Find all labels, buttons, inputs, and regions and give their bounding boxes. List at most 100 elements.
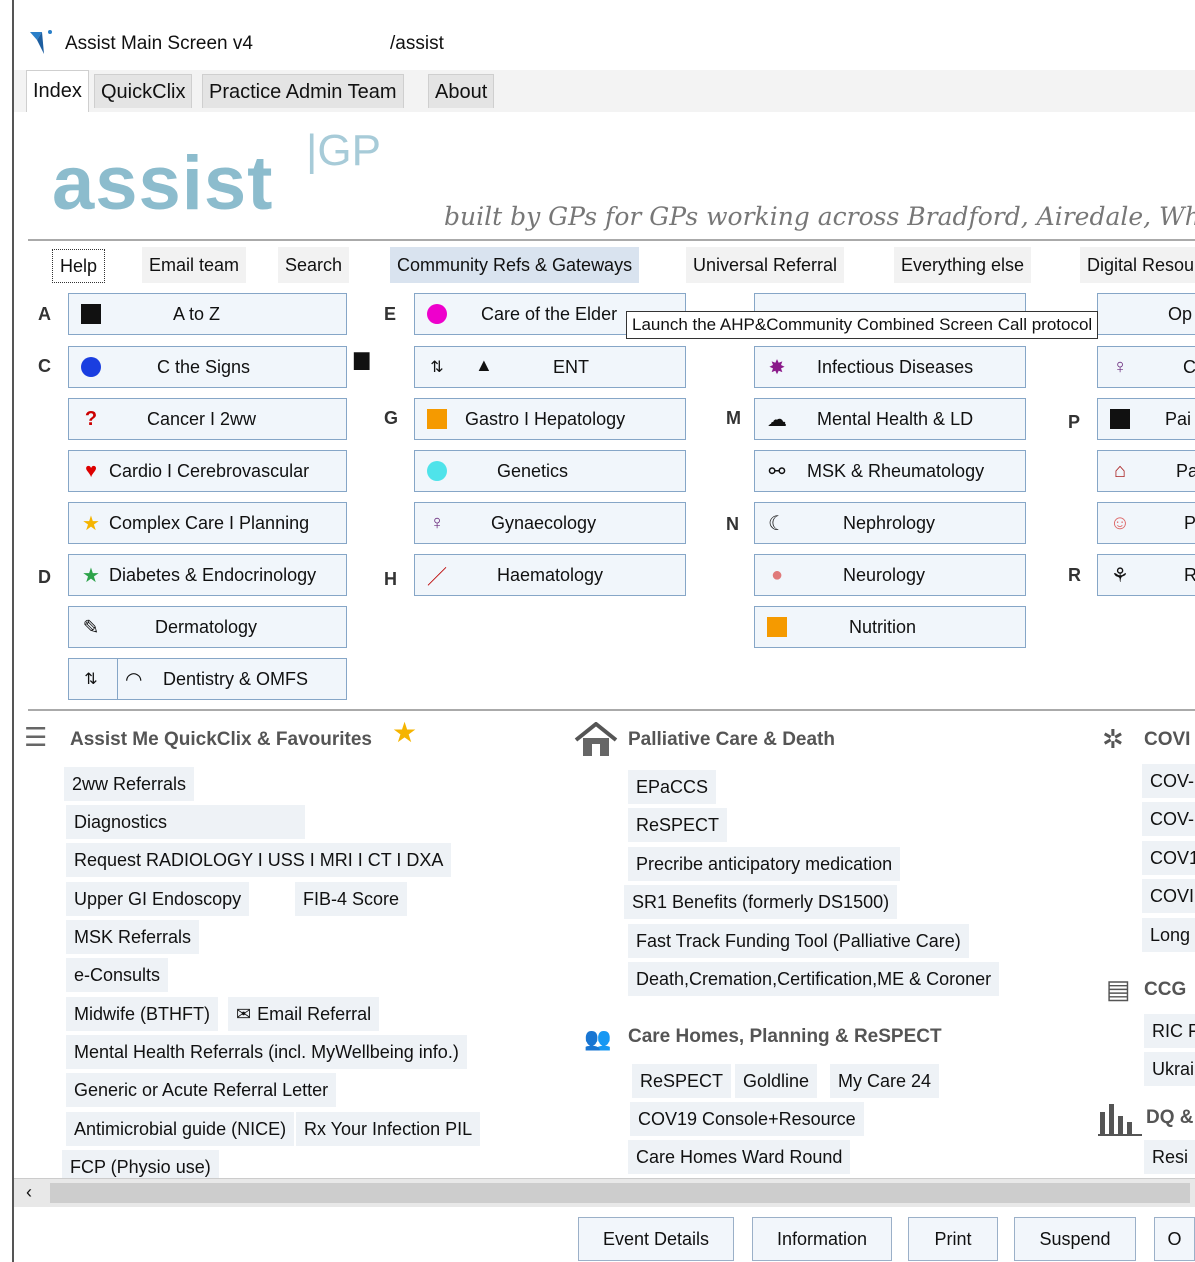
quickclix-email-referral[interactable]: ✉ Email Referral <box>228 997 380 1031</box>
covid-item-4[interactable]: COVI <box>1142 879 1195 913</box>
op-button[interactable]: Op <box>1097 293 1195 335</box>
swap-arrows-icon: ⇅ <box>84 671 98 688</box>
tab-index[interactable]: Index <box>26 70 89 112</box>
hamburger-menu-icon[interactable]: ☰ <box>24 722 47 753</box>
information-button[interactable]: Information <box>752 1217 892 1261</box>
ok-button[interactable]: O <box>1154 1217 1195 1261</box>
msk-button[interactable]: ⚯ MSK & Rheumatology <box>754 450 1026 492</box>
quickclix-upper-gi-endoscopy[interactable]: Upper GI Endoscopy <box>66 882 250 916</box>
everything-else-link[interactable]: Everything else <box>894 247 1032 283</box>
quickclix-diagnostics[interactable]: Diagnostics <box>66 805 305 839</box>
ccg-item-2[interactable]: Ukrai <box>1144 1052 1195 1086</box>
carehomes-goldline[interactable]: Goldline <box>735 1064 818 1098</box>
pa-button[interactable]: ⌂ Pa <box>1097 450 1195 492</box>
search-link[interactable]: Search <box>278 247 350 283</box>
a-to-z-button[interactable]: A to Z <box>68 293 347 335</box>
gold-star-icon: ★ <box>82 512 100 535</box>
kidney-icon: ☾ <box>768 512 786 535</box>
scroll-left-arrow-icon[interactable]: ‹ <box>26 1182 32 1203</box>
r-button[interactable]: ⚘ R <box>1097 554 1195 596</box>
horizontal-scrollbar[interactable]: ‹ <box>14 1178 1195 1208</box>
covid-item-5[interactable]: Long <box>1142 918 1195 952</box>
event-details-button[interactable]: Event Details <box>578 1217 734 1261</box>
quickclix-heading: Assist Me QuickClix & Favourites <box>70 729 372 750</box>
help-link[interactable]: Help <box>52 249 106 283</box>
quickclix-fib4-score[interactable]: FIB-4 Score <box>295 882 408 916</box>
nutrition-button[interactable]: Nutrition <box>754 606 1026 648</box>
ent-button[interactable]: ⇅ ▲ ENT <box>414 346 686 388</box>
carehomes-ward-round[interactable]: Care Homes Ward Round <box>628 1140 851 1174</box>
gynaecology-button[interactable]: ♀ Gynaecology <box>414 502 686 544</box>
section-divider <box>28 709 1195 711</box>
favourite-star-icon[interactable]: ★ <box>392 716 417 749</box>
quickclix-request-radiology[interactable]: Request RADIOLOGY I USS I MRI I CT I DXA <box>66 843 452 877</box>
suspend-button[interactable]: Suspend <box>1014 1217 1136 1261</box>
neurology-button[interactable]: ● Neurology <box>754 554 1026 596</box>
dentistry-button[interactable]: ⇅ ◠ Dentistry & OMFS <box>68 658 347 700</box>
tab-bar: Index QuickClix Practice Admin Team Abou… <box>14 70 1195 112</box>
infectious-diseases-button[interactable]: ✸ Infectious Diseases <box>754 346 1026 388</box>
covid-item-2[interactable]: COV- <box>1142 802 1195 836</box>
dermatology-button[interactable]: ✎ Dermatology <box>68 606 347 648</box>
scrollbar-thumb[interactable] <box>50 1183 1190 1203</box>
app-icon <box>28 28 54 63</box>
notice-board-icon[interactable]: ▆ <box>354 346 369 371</box>
carehomes-cov19-console[interactable]: COV19 Console+Resource <box>630 1102 864 1136</box>
black-square-icon <box>1108 407 1132 431</box>
magenta-circle-icon <box>425 302 449 326</box>
quickclix-fcp-physio[interactable]: FCP (Physio use) <box>62 1150 219 1178</box>
tab-practice-admin-team[interactable]: Practice Admin Team <box>202 74 404 108</box>
c-the-signs-button[interactable]: C the Signs <box>68 346 347 388</box>
quickclix-generic-referral-letter[interactable]: Generic or Acute Referral Letter <box>66 1073 337 1107</box>
covid-item-3[interactable]: COV1 <box>1142 841 1195 875</box>
quickclix-msk-referrals[interactable]: MSK Referrals <box>66 920 200 954</box>
carehomes-respect[interactable]: ReSPECT <box>632 1064 732 1098</box>
tab-quickclix[interactable]: QuickClix <box>94 74 193 108</box>
carehomes-my-care-24[interactable]: My Care 24 <box>830 1064 940 1098</box>
letter-a: A <box>38 304 51 324</box>
quickclix-rx-infection-pil[interactable]: Rx Your Infection PIL <box>296 1112 481 1146</box>
people-icon: ☺ <box>1109 511 1131 534</box>
nephrology-button[interactable]: ☾ Nephrology <box>754 502 1026 544</box>
quickclix-2ww-referrals[interactable]: 2ww Referrals <box>64 767 195 801</box>
universal-referral-link[interactable]: Universal Referral <box>686 247 845 283</box>
dq-item-1[interactable]: Resi <box>1144 1140 1195 1174</box>
quickclix-antimicrobial-guide[interactable]: Antimicrobial guide (NICE) <box>66 1112 295 1146</box>
covid-item-1[interactable]: COV- <box>1142 764 1195 798</box>
orange-square-icon <box>425 407 449 431</box>
email-team-link[interactable]: Email team <box>142 247 247 283</box>
complex-care-button[interactable]: ★ Complex Care I Planning <box>68 502 347 544</box>
tooltip: Launch the AHP&Community Combined Screen… <box>626 311 1099 339</box>
mental-health-button[interactable]: ☁ Mental Health & LD <box>754 398 1026 440</box>
palliative-anticipatory-medication[interactable]: Precribe anticipatory medication <box>628 847 901 881</box>
palliative-fast-track[interactable]: Fast Track Funding Tool (Palliative Care… <box>628 924 969 958</box>
window-path: /assist <box>390 33 444 54</box>
palliative-epaccs[interactable]: EPaCCS <box>628 770 717 804</box>
palliative-sr1-benefits[interactable]: SR1 Benefits (formerly DS1500) <box>624 885 898 919</box>
palliative-respect[interactable]: ReSPECT <box>628 808 728 842</box>
diabetes-button[interactable]: ★ Diabetes & Endocrinology <box>68 554 347 596</box>
dq-heading: DQ & <box>1146 1107 1194 1128</box>
cancer-2ww-button[interactable]: ? Cancer I 2ww <box>68 398 347 440</box>
house-icon: ⌂ <box>1113 459 1127 482</box>
palliative-death-cremation[interactable]: Death,Cremation,Certification,ME & Coron… <box>628 962 1000 996</box>
haematology-button[interactable]: ／ Haematology <box>414 554 686 596</box>
letter-g: G <box>384 408 399 428</box>
genetics-button[interactable]: Genetics <box>414 450 686 492</box>
envelope-icon: ✉ <box>236 1004 252 1024</box>
c-button[interactable]: ♀ C <box>1097 346 1195 388</box>
digital-resources-link[interactable]: Digital Resou <box>1080 247 1195 283</box>
quickclix-midwife[interactable]: Midwife (BTHFT) <box>66 997 218 1031</box>
cardio-button[interactable]: ♥ Cardio I Cerebrovascular <box>68 450 347 492</box>
p-button[interactable]: ☺ P <box>1097 502 1195 544</box>
pai-button[interactable]: Pai <box>1097 398 1195 440</box>
tab-about[interactable]: About <box>428 74 495 108</box>
gastro-button[interactable]: Gastro I Hepatology <box>414 398 686 440</box>
community-refs-link[interactable]: Community Refs & Gateways <box>390 247 640 283</box>
cyan-circle-icon <box>425 459 449 483</box>
print-button[interactable]: Print <box>908 1217 998 1261</box>
quickclix-e-consults[interactable]: e-Consults <box>66 958 169 992</box>
letter-n: N <box>726 514 739 534</box>
ccg-item-1[interactable]: RIC F <box>1144 1014 1195 1048</box>
quickclix-mental-health-referrals[interactable]: Mental Health Referrals (incl. MyWellbei… <box>66 1035 467 1069</box>
